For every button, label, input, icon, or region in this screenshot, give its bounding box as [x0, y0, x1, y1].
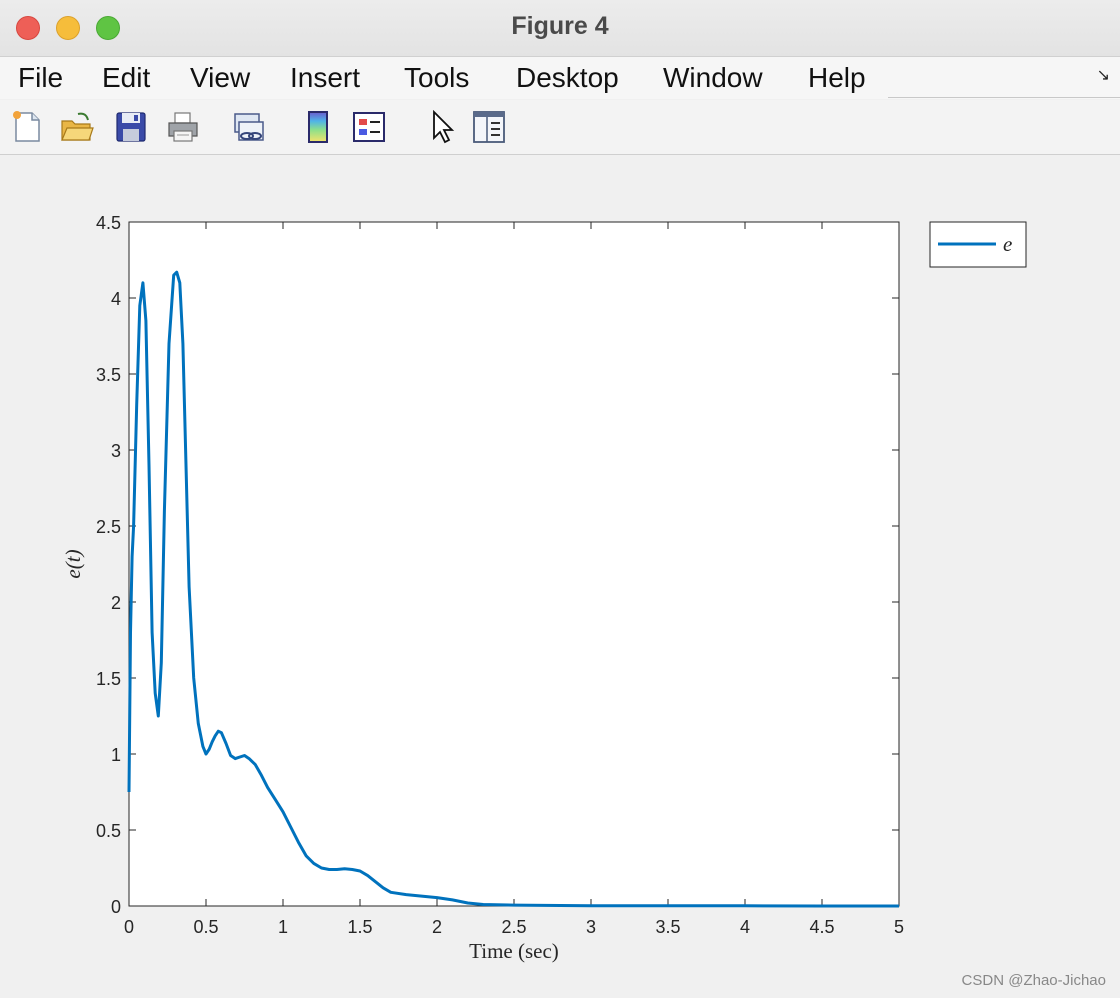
y-tick-label: 4	[111, 289, 121, 309]
plot-svg: 0 0.5 1 1.5 2 2.5 3 3.5 4 4.5 5 0 0.5 1 1.5 2 2.5 3 3.5 4 4…	[61, 213, 1027, 963]
legend-label-e: e	[1003, 232, 1012, 256]
x-tick-label: 2	[432, 917, 442, 937]
y-tick-label: 2.5	[96, 517, 121, 537]
x-tick-label: 2.5	[501, 917, 526, 937]
x-tick-label: 3.5	[655, 917, 680, 937]
x-axis-label: Time (sec)	[469, 939, 559, 963]
y-tick-labels: 0 0.5 1 1.5 2 2.5 3 3.5 4 4.5	[96, 213, 121, 917]
axes-box[interactable]	[128, 221, 900, 907]
x-tick-label: 1.5	[347, 917, 372, 937]
x-tick-label: 5	[894, 917, 904, 937]
y-tick-label: 0.5	[96, 821, 121, 841]
figure-window: Figure 4 File Edit View Insert Tools Des…	[0, 0, 1120, 998]
x-tick-label: 4.5	[809, 917, 834, 937]
watermark: CSDN @Zhao-Jichao	[961, 972, 1106, 989]
x-tick-label: 3	[586, 917, 596, 937]
x-tick-label: 0.5	[193, 917, 218, 937]
y-tick-label: 1.5	[96, 669, 121, 689]
x-tick-label: 0	[124, 917, 134, 937]
y-tick-label: 3.5	[96, 365, 121, 385]
y-tick-label: 1	[111, 745, 121, 765]
y-tick-label: 0	[111, 897, 121, 917]
y-tick-label: 4.5	[96, 213, 121, 233]
y-axis-label: e(t)	[61, 549, 85, 578]
x-tick-labels: 0 0.5 1 1.5 2 2.5 3 3.5 4 4.5 5	[124, 917, 904, 937]
legend[interactable]: e	[929, 221, 1027, 268]
y-tick-label: 3	[111, 441, 121, 461]
x-tick-label: 4	[740, 917, 750, 937]
x-tick-label: 1	[278, 917, 288, 937]
y-tick-label: 2	[111, 593, 121, 613]
